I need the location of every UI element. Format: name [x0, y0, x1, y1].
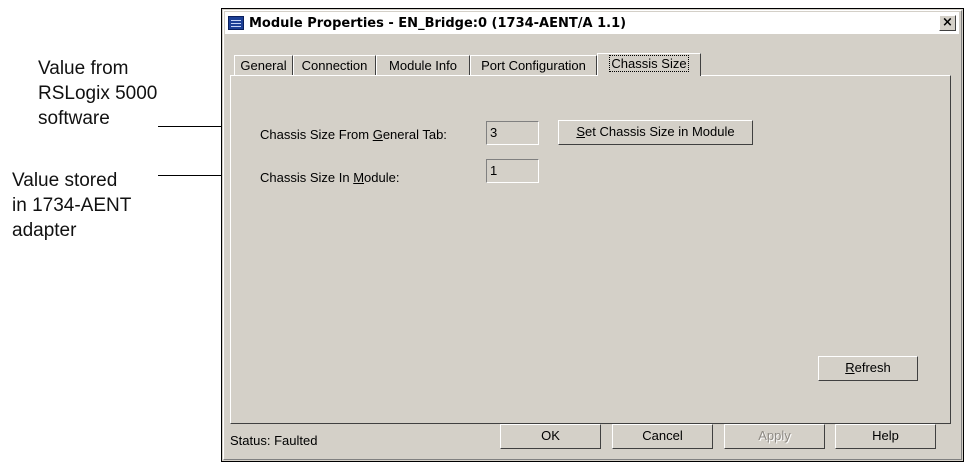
close-icon[interactable]: ×	[939, 15, 956, 31]
callout-line: in 1734-AENT	[12, 195, 132, 216]
label-accelerator: M	[353, 170, 365, 185]
label-text: Chassis Size From	[260, 127, 373, 142]
chassis-size-from-general-label: Chassis Size From General Tab:	[260, 127, 447, 142]
button-label: efresh	[854, 360, 891, 375]
window-title: Module Properties - EN_Bridge:0 (1734-AE…	[249, 15, 627, 31]
help-button[interactable]: Help	[835, 424, 936, 449]
label-text: eneral Tab:	[382, 127, 447, 142]
title-bar[interactable]: Module Properties - EN_Bridge:0 (1734-AE…	[225, 12, 959, 34]
tab-label: Chassis Size	[609, 55, 689, 72]
module-properties-dialog: Module Properties - EN_Bridge:0 (1734-AE…	[221, 8, 964, 462]
button-accelerator: S	[576, 124, 586, 139]
ok-button[interactable]: OK	[500, 424, 601, 449]
chassis-size-in-module-field: 1	[486, 159, 539, 183]
chassis-size-in-module-label: Chassis Size In Module:	[260, 170, 399, 185]
set-chassis-size-button[interactable]: Set Chassis Size in Module	[558, 120, 753, 145]
tab-label: Connection	[301, 58, 368, 73]
callout-line: Value stored	[12, 170, 118, 191]
label-text: odule:	[364, 170, 400, 185]
label-accelerator: G	[372, 127, 383, 142]
button-label: et Chassis Size in Module	[585, 124, 735, 139]
tab-chassis-size[interactable]: Chassis Size	[597, 53, 701, 76]
chassis-size-panel: Chassis Size From General Tab: 3 Set Cha…	[230, 75, 951, 424]
tab-label: Module Info	[389, 58, 457, 73]
window-icon	[228, 16, 244, 30]
tab-connection[interactable]: Connection	[293, 55, 376, 75]
tab-label: Port Configuration	[481, 58, 586, 73]
button-accelerator: R	[845, 360, 855, 375]
callout-line: adapter	[12, 220, 77, 241]
apply-button[interactable]: Apply	[724, 424, 825, 449]
chassis-size-from-general-field: 3	[486, 121, 539, 145]
callout-adapter-value: Value stored in 1734-AENT adapter	[12, 168, 131, 243]
status-text: Status: Faulted	[230, 433, 318, 448]
callout-rslogix-value: Value from RSLogix 5000 software	[38, 56, 157, 131]
callout-line: RSLogix 5000	[38, 83, 158, 104]
callout-line: software	[38, 108, 110, 129]
tab-label: General	[240, 58, 287, 73]
refresh-button[interactable]: Refresh	[818, 356, 918, 381]
cancel-button[interactable]: Cancel	[612, 424, 713, 449]
tab-module-info[interactable]: Module Info	[376, 55, 470, 75]
tab-general[interactable]: General	[234, 55, 293, 75]
callout-line: Value from	[38, 58, 129, 79]
tab-port-configuration[interactable]: Port Configuration	[470, 55, 597, 75]
label-text: Chassis Size In	[260, 170, 354, 185]
